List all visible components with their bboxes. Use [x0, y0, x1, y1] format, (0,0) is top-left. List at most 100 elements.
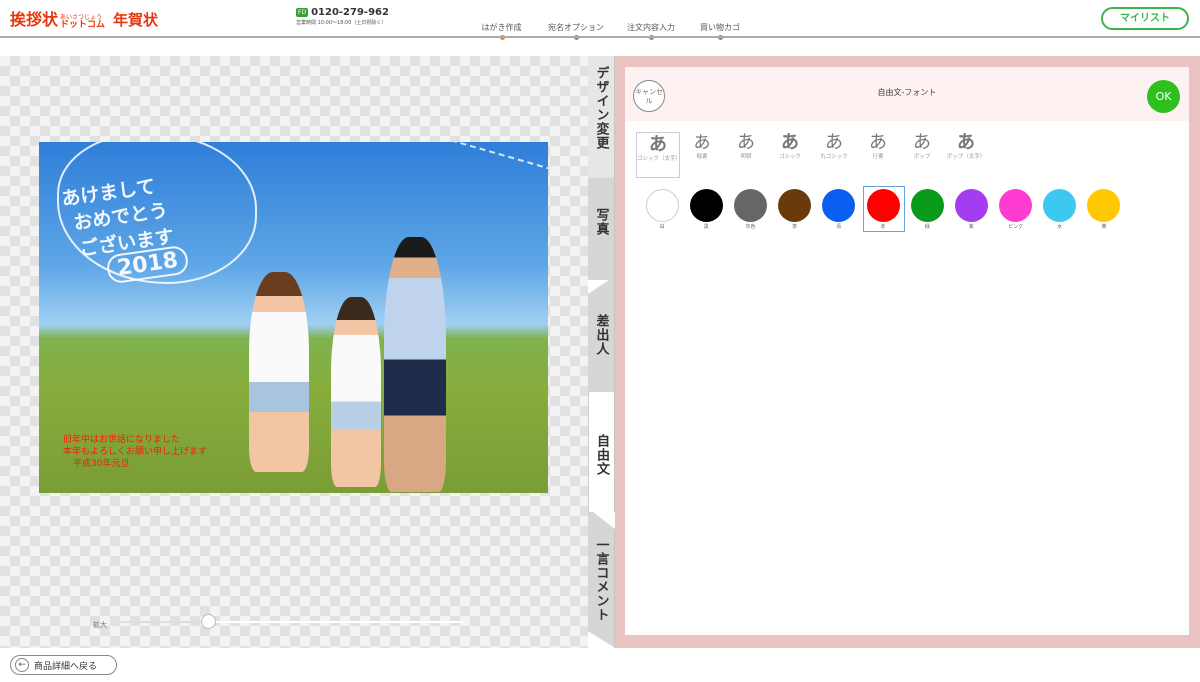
color-swatch — [999, 189, 1033, 222]
color-swatch — [778, 189, 812, 222]
tab-sender[interactable]: 差出人 — [588, 276, 615, 396]
color-option[interactable]: 青 — [817, 189, 861, 230]
header: 挨拶状 あいさつじょう ドットコム 年賀状 FD 0120-279-962 営業… — [0, 0, 1200, 40]
step-label: はがき作成 — [481, 23, 522, 32]
logo-main-text: 挨拶状 — [10, 10, 59, 29]
phone-number: 0120-279-962 — [311, 7, 389, 18]
color-option[interactable]: 白 — [640, 189, 684, 230]
back-to-product-button[interactable]: ← 商品詳細へ戻る — [10, 655, 117, 675]
tab-label: 写真 — [593, 208, 609, 236]
tab-label: 自由文 — [594, 434, 609, 476]
color-name: ピンク — [1008, 224, 1024, 230]
tab-label: デザイン変更 — [593, 66, 609, 150]
arrow-left-icon: ← — [15, 658, 29, 672]
step-label: 宛名オプション — [548, 23, 604, 32]
font-option[interactable]: あ明朝 — [724, 132, 768, 178]
zoom-fill — [118, 621, 208, 623]
zoom-label: 拡大 — [93, 621, 107, 629]
color-swatch — [866, 189, 900, 222]
color-option[interactable]: 灰色 — [728, 189, 772, 230]
color-swatch — [1087, 189, 1121, 222]
color-option[interactable]: 緑 — [905, 189, 949, 230]
tab-free-text[interactable]: 自由文 — [588, 392, 615, 512]
steps-line — [0, 36, 1200, 38]
logo-nenga-text: 年賀状 — [113, 11, 159, 29]
tab-label: 差出人 — [593, 314, 609, 356]
color-option[interactable]: 黄 — [1082, 189, 1126, 230]
color-name: 緑 — [924, 224, 930, 230]
font-name: ポップ（太字） — [946, 154, 986, 160]
font-option[interactable]: あゴシック（太字） — [636, 132, 681, 178]
color-name: 青 — [836, 224, 842, 230]
phone-contact: FD 0120-279-962 営業時間 10:00～18:00（土日祝除く） — [296, 7, 389, 26]
font-glyph: あ — [737, 132, 755, 153]
font-name: ゴシック — [778, 154, 801, 160]
font-name: 丸ゴシック — [820, 154, 848, 160]
font-option[interactable]: あゴシック — [768, 132, 812, 178]
font-name: 行書 — [872, 154, 884, 160]
color-swatch — [954, 189, 988, 222]
ok-button[interactable]: OK — [1147, 80, 1180, 113]
bunting-decoration — [370, 142, 548, 251]
color-name: 白 — [659, 224, 665, 230]
color-option[interactable]: ピンク — [994, 189, 1038, 230]
tab-comment[interactable]: 一言コメント — [588, 508, 615, 648]
font-glyph: あ — [869, 132, 887, 153]
font-name: 明朝 — [740, 154, 752, 160]
phone-hours: 営業時間 10:00～18:00（土日祝除く） — [296, 20, 387, 26]
color-option[interactable]: 水 — [1038, 189, 1082, 230]
font-option[interactable]: あポップ（太字） — [944, 132, 988, 178]
zoom-slider[interactable] — [118, 614, 464, 629]
color-name: 黄 — [1101, 224, 1107, 230]
font-panel: キャンセル 自由文-フォント OK あゴシック（太字）あ楷書あ明朝あゴシックあ丸… — [625, 67, 1189, 635]
color-swatch — [822, 189, 856, 222]
step-order-input: 注文内容入力 — [621, 22, 681, 40]
color-option[interactable]: 赤 — [861, 186, 906, 232]
font-option[interactable]: あ楷書 — [680, 132, 724, 178]
font-glyph: あ — [781, 132, 799, 153]
step-label: 注文内容入力 — [627, 23, 675, 32]
free-text-line[interactable]: 本年もよろしくお願い申し上げます — [63, 446, 207, 458]
photo-person — [384, 237, 446, 492]
color-name: 水 — [1057, 224, 1063, 230]
color-option[interactable]: 黒 — [684, 189, 728, 230]
color-swatch — [689, 189, 723, 222]
color-swatch — [645, 189, 679, 222]
zoom-slider-thumb[interactable] — [200, 614, 216, 629]
font-option[interactable]: あ丸ゴシック — [812, 132, 856, 178]
card-canvas: あけまして おめでとう ございます 2018 旧年中はお世話になりました 本年も… — [0, 56, 588, 648]
font-name: ポップ — [913, 154, 931, 160]
step-address-option: 宛名オプション — [541, 22, 611, 40]
logo-sub: あいさつじょう ドットコム — [60, 15, 105, 30]
tab-design-change[interactable]: デザイン変更 — [588, 56, 615, 178]
editor-tabs: 写真 デザイン変更 差出人 一言コメント 自由文 — [588, 56, 615, 648]
step-postcard: はがき作成 — [470, 22, 533, 40]
card-photo[interactable]: あけまして おめでとう ございます 2018 旧年中はお世話になりました 本年も… — [39, 142, 548, 493]
free-text-line[interactable]: 平成30年元旦 — [73, 458, 129, 470]
tab-label: 一言コメント — [593, 538, 609, 622]
free-text-line[interactable]: 旧年中はお世話になりました — [63, 434, 180, 446]
font-glyph: あ — [693, 133, 711, 153]
step-label: 買い物カゴ — [700, 23, 740, 32]
font-option[interactable]: あポップ — [900, 132, 944, 178]
color-name: 茶 — [792, 224, 798, 230]
panel-title: 自由文-フォント — [877, 88, 937, 97]
color-option[interactable]: 茶 — [773, 189, 817, 230]
mylist-button[interactable]: マイリスト — [1101, 7, 1189, 30]
font-glyph: あ — [649, 134, 667, 155]
site-logo[interactable]: 挨拶状 あいさつじょう ドットコム 年賀状 — [10, 6, 158, 30]
order-steps: はがき作成 宛名オプション 注文内容入力 買い物カゴ — [470, 22, 745, 40]
font-option[interactable]: あ行書 — [856, 132, 900, 178]
font-name: 楷書 — [696, 154, 708, 160]
step-cart: 買い物カゴ — [695, 22, 745, 40]
color-option[interactable]: 紫 — [949, 189, 993, 230]
color-swatch — [1043, 189, 1077, 222]
logo-dot-text: ドットコム — [60, 20, 106, 30]
photo-person — [331, 297, 381, 487]
back-label: 商品詳細へ戻る — [34, 661, 98, 672]
panel-header: キャンセル 自由文-フォント OK — [625, 67, 1189, 121]
color-swatch — [910, 189, 944, 222]
font-options: あゴシック（太字）あ楷書あ明朝あゴシックあ丸ゴシックあ行書あポップあポップ（太字… — [636, 132, 988, 178]
color-options: 白 黒 灰色 茶 青 赤 緑 紫 ピンク 水 黄 — [640, 186, 1126, 232]
tab-photo[interactable]: 写真 — [588, 160, 615, 280]
